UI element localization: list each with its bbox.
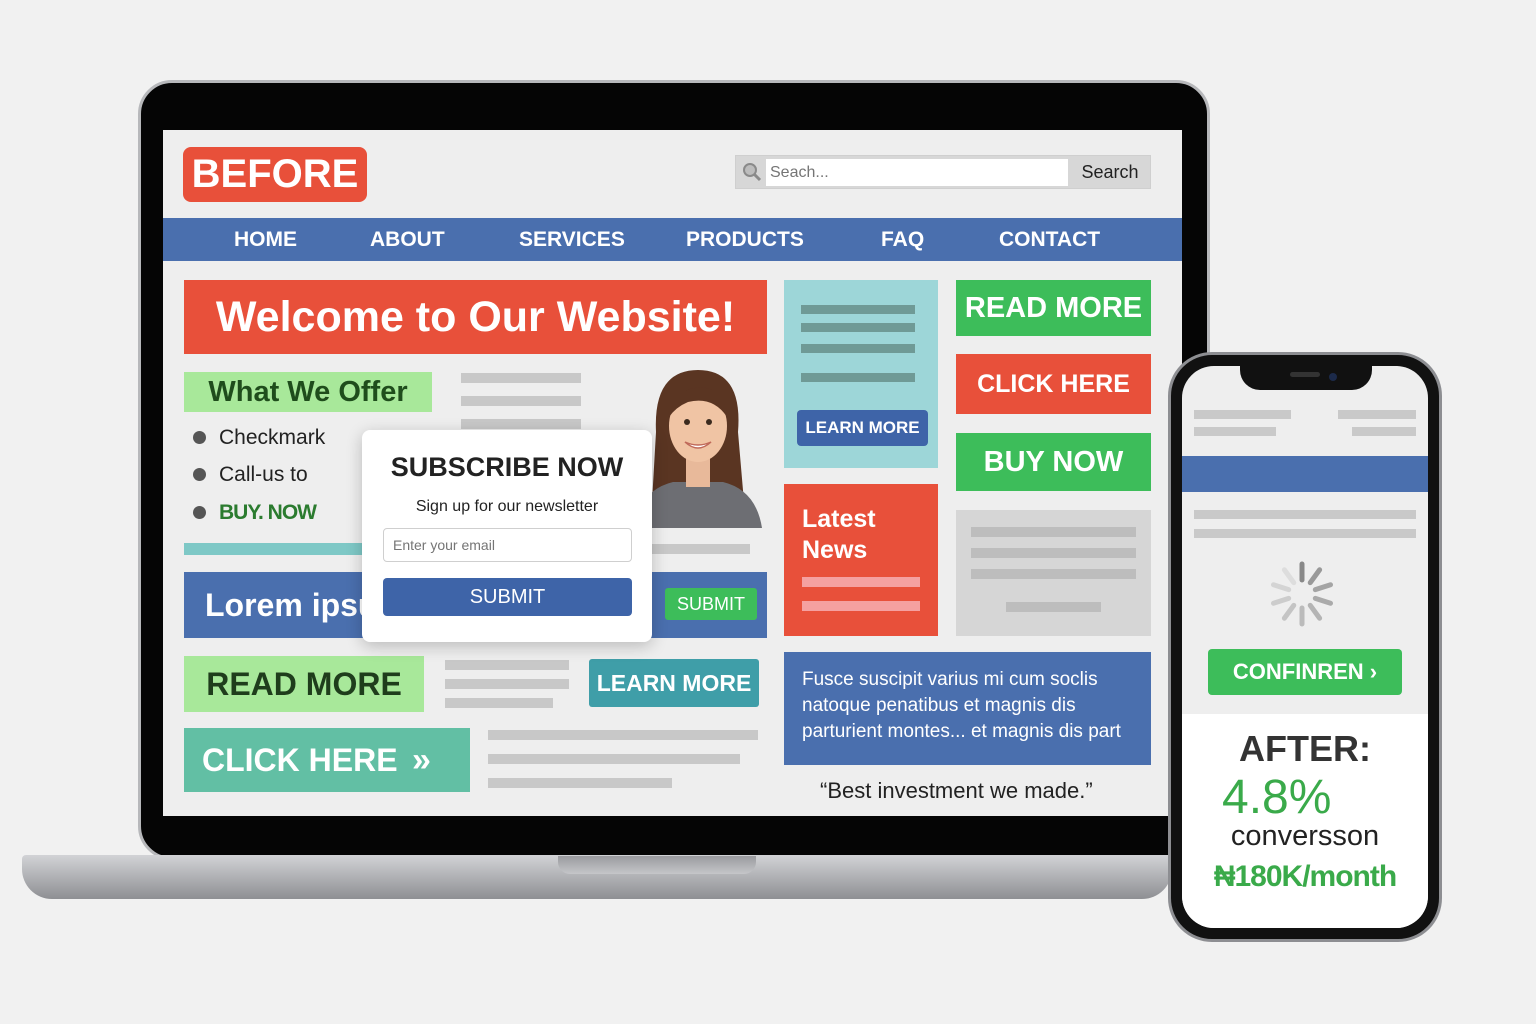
placeholder-line: [802, 577, 920, 587]
confirm-button[interactable]: CONFINREN ›: [1208, 649, 1402, 695]
submit-button[interactable]: SUBMIT: [383, 578, 632, 616]
search-icon: [743, 163, 762, 182]
nav-item-about[interactable]: ABOUT: [370, 218, 445, 261]
nav-item-services[interactable]: SERVICES: [519, 218, 625, 261]
teal-divider: [184, 543, 364, 555]
teal-info-card: LEARN MORE: [784, 280, 938, 468]
placeholder-line: [801, 373, 915, 382]
placeholder-line: [1194, 529, 1416, 538]
read-more-right-button[interactable]: READ MORE: [956, 280, 1151, 336]
learn-more-small-button[interactable]: LEARN MORE: [797, 410, 928, 446]
click-here-button[interactable]: CLICK HERE »: [184, 728, 470, 792]
phone-screen: CONFINREN › AFTER: 4.8% conversson ₦180K…: [1182, 366, 1428, 928]
placeholder-line: [971, 548, 1136, 558]
placeholder-line: [445, 679, 569, 689]
placeholder-line: [461, 396, 581, 406]
main-nav: HOME ABOUT SERVICES PRODUCTS FAQ CONTACT: [163, 218, 1182, 261]
placeholder-line: [488, 730, 758, 740]
click-here-label: CLICK HERE: [202, 742, 398, 778]
conversion-label: conversson: [1230, 820, 1380, 852]
buy-now-button[interactable]: BUY NOW: [956, 433, 1151, 491]
popup-title: SUBSCRIBE NOW: [390, 452, 624, 482]
search-button[interactable]: Search: [1068, 156, 1152, 188]
placeholder-line: [461, 373, 581, 383]
click-here-right-button[interactable]: CLICK HERE: [956, 354, 1151, 414]
bullet-dot: [193, 506, 206, 519]
after-title: AFTER:: [1239, 728, 1371, 769]
after-results-panel: AFTER: 4.8% conversson ₦180K/month: [1182, 714, 1428, 928]
read-more-button[interactable]: READ MORE: [184, 656, 424, 712]
offer-item-checkmark: Checkmark: [219, 426, 326, 449]
offer-item-buy-now[interactable]: BUY. NOW: [219, 501, 317, 525]
conversion-rate: 4.8%: [1222, 771, 1332, 824]
placeholder-line: [1194, 410, 1291, 419]
nav-item-home[interactable]: HOME: [234, 218, 297, 261]
email-field[interactable]: [383, 528, 632, 562]
nav-item-faq[interactable]: FAQ: [881, 218, 924, 261]
nav-item-products[interactable]: PRODUCTS: [686, 218, 804, 261]
placeholder-line: [1194, 427, 1276, 436]
learn-more-button[interactable]: LEARN MORE: [589, 659, 759, 707]
popup-subtitle: Sign up for our newsletter: [415, 498, 599, 515]
grey-placeholder-card: [956, 510, 1151, 636]
before-logo: BEFORE: [183, 147, 367, 202]
search-input[interactable]: [766, 159, 1068, 186]
placeholder-line: [971, 569, 1136, 579]
placeholder-line: [801, 344, 915, 353]
placeholder-line: [801, 323, 915, 332]
search-bar: Search: [735, 155, 1151, 189]
placeholder-line: [445, 698, 553, 708]
placeholder-line: [801, 305, 915, 314]
lorem-text: Lorem ipsu: [205, 587, 378, 623]
testimonial-quote: “Best investment we made.”: [820, 778, 1093, 803]
latest-news-card[interactable]: Latest News: [784, 484, 938, 636]
submit-small-button[interactable]: SUBMIT: [665, 588, 757, 620]
placeholder-line: [1352, 427, 1416, 436]
placeholder-line: [1338, 410, 1416, 419]
bullet-dot: [193, 468, 206, 481]
subscribe-popup: SUBSCRIBE NOW Sign up for our newsletter…: [362, 430, 652, 642]
offer-item-call: Call-us to: [219, 463, 308, 486]
latest-news-title: Latest News: [802, 505, 876, 564]
double-chevron-icon: »: [412, 741, 431, 779]
nav-item-contact[interactable]: CONTACT: [999, 218, 1100, 261]
phone-speaker: [1290, 372, 1320, 377]
placeholder-line: [1006, 602, 1101, 612]
laptop-notch: [558, 856, 756, 874]
placeholder-line: [1194, 510, 1416, 519]
fusce-text-block: Fusce suscipit varius mi cum soclis nato…: [784, 652, 1151, 765]
phone-nav-bar: [1182, 456, 1428, 492]
placeholder-line: [971, 527, 1136, 537]
phone-camera: [1329, 373, 1337, 381]
placeholder-line: [461, 419, 581, 429]
bullet-dot: [193, 431, 206, 444]
monthly-revenue: ₦180K/month: [1213, 860, 1397, 893]
placeholder-line: [802, 601, 920, 611]
loading-spinner-icon: [1270, 561, 1334, 627]
placeholder-line: [650, 544, 750, 554]
placeholder-line: [445, 660, 569, 670]
welcome-banner: Welcome to Our Website!: [184, 280, 767, 354]
offer-heading: What We Offer: [184, 372, 432, 412]
laptop-screen: BEFORE Search HOME ABOUT SERVICES PRODUC…: [163, 130, 1182, 816]
placeholder-line: [488, 778, 672, 788]
placeholder-line: [488, 754, 740, 764]
